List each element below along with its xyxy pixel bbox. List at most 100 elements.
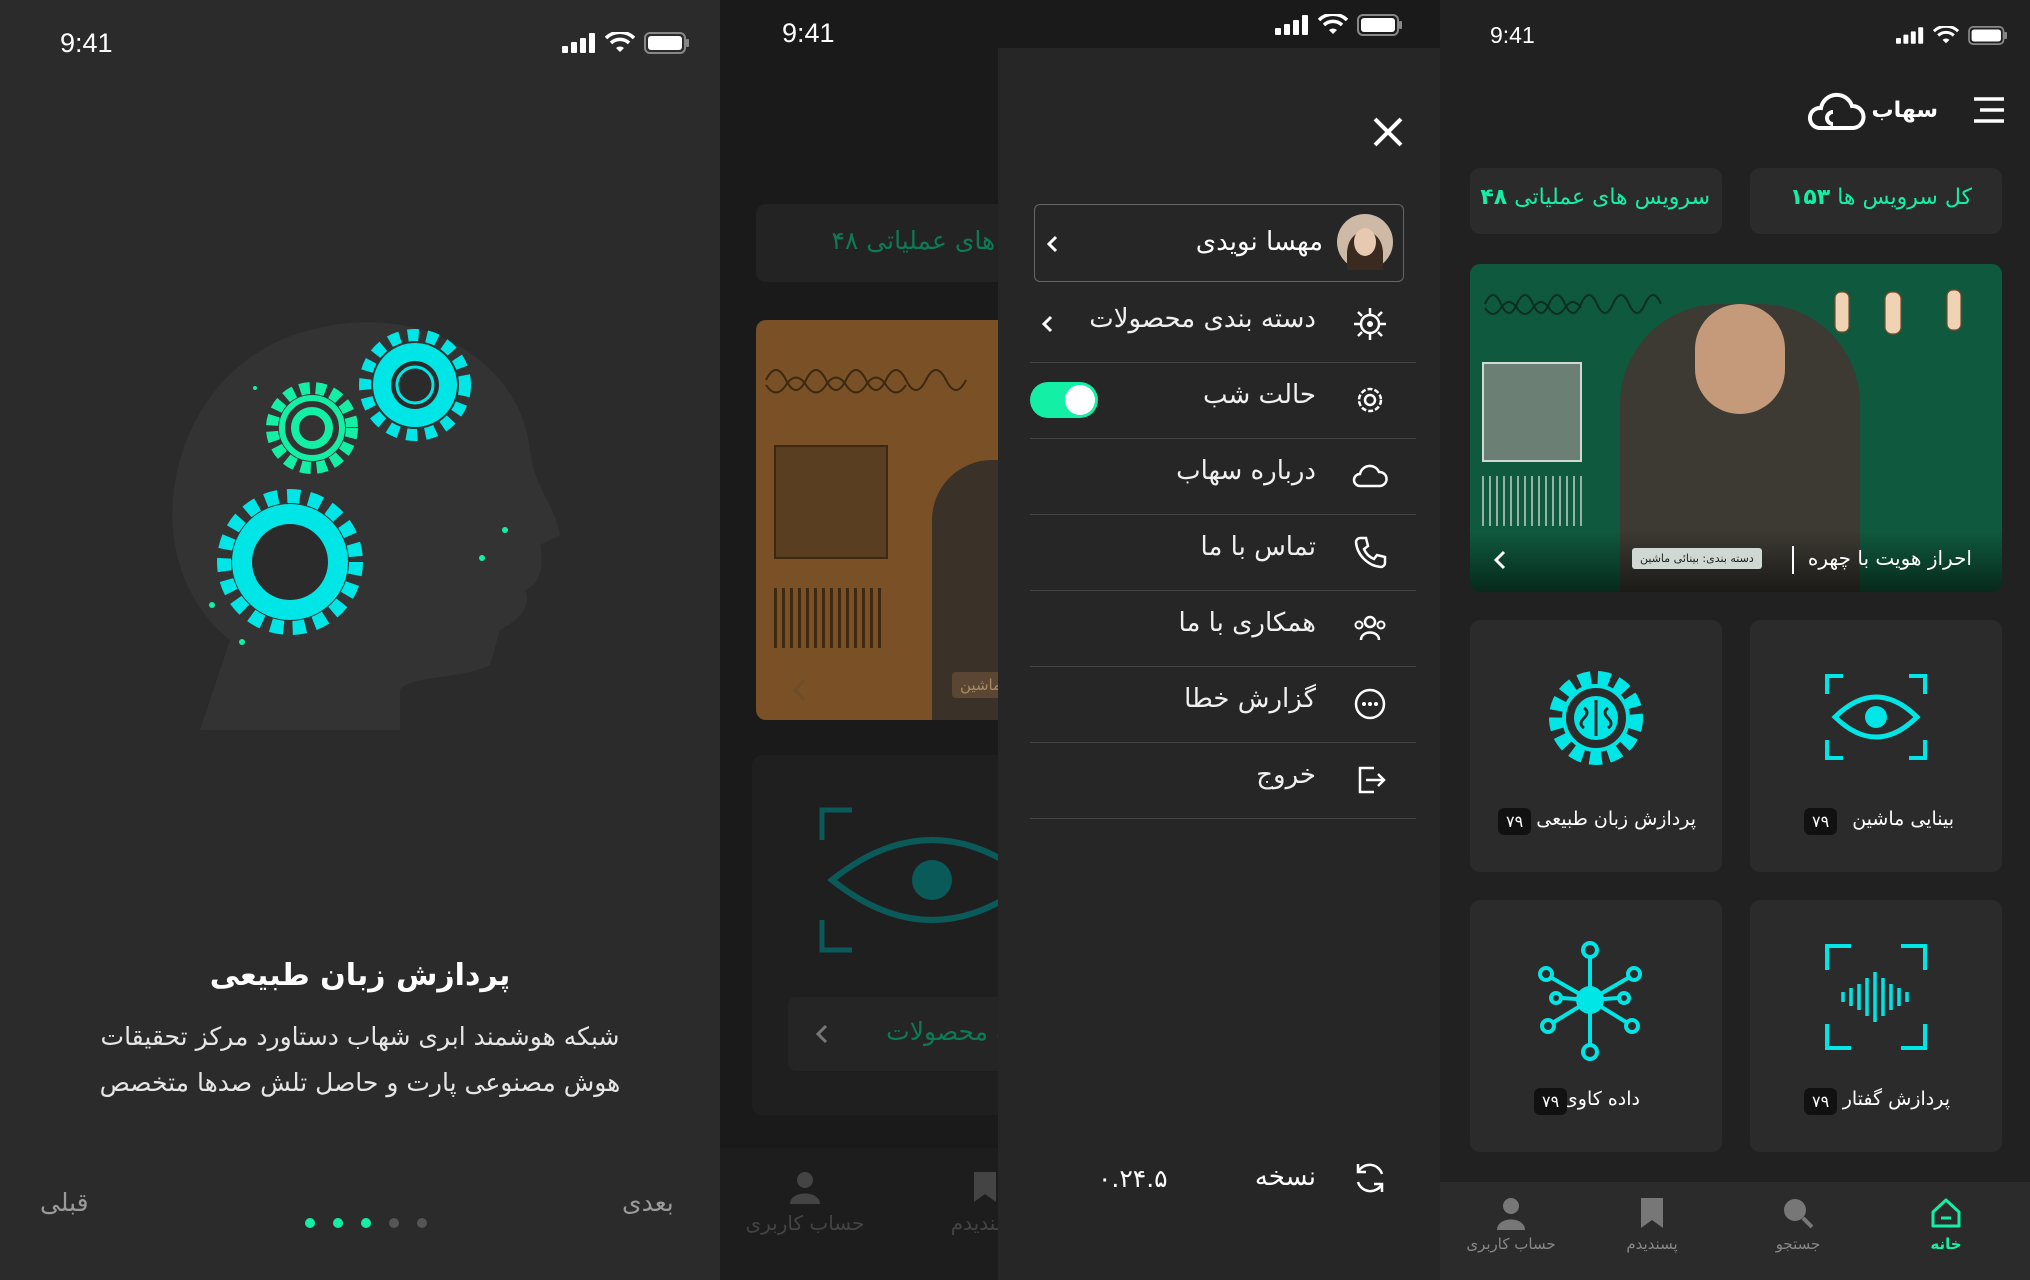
onboarding-description-line2: هوش مصنوعی پارت و حاصل تلش صدها متخصص <box>99 1068 621 1097</box>
gear-icon <box>1357 387 1383 413</box>
chat-icon <box>1354 688 1386 720</box>
menu-item-label: حالت شب <box>1202 380 1316 410</box>
menu-item-logout[interactable]: خروج <box>1030 742 1416 819</box>
menu-item-label: درباره سهاب <box>1176 456 1316 486</box>
page-dot[interactable] <box>361 1218 371 1228</box>
view-products-button[interactable]: شاهده محصولات <box>788 997 1064 1071</box>
user-icon <box>1497 1198 1525 1230</box>
prev-button[interactable]: قبلی <box>40 1188 89 1217</box>
refresh-icon <box>1356 1163 1384 1193</box>
nav-account-dimmed[interactable]: حساب کاربری <box>740 1170 870 1235</box>
nav-home-label: خانه <box>1930 1235 1962 1253</box>
version-label: نسخه <box>1254 1162 1316 1192</box>
status-time: 9:41 <box>1490 22 1535 48</box>
wifi-icon <box>1933 26 1959 44</box>
home-icon <box>1931 1198 1961 1228</box>
drawer-menu: مهسا نویدی دسته بندی محصولات حالت شب درب… <box>998 48 1440 1280</box>
phone-icon <box>1354 536 1387 569</box>
signal-icon <box>1896 27 1924 44</box>
category-card-data-mining[interactable]: داده کاوی ۷۹ <box>1470 900 1722 1152</box>
user-icon <box>790 1172 820 1204</box>
nav-favorites[interactable]: پسندیدم <box>1592 1196 1712 1253</box>
operational-services-value: ۴۸ <box>1480 185 1508 210</box>
total-services-value: ۱۵۳ <box>1789 185 1831 210</box>
menu-item-contact[interactable]: تماس با ما <box>1030 514 1416 591</box>
page-dot[interactable] <box>333 1218 343 1228</box>
total-services-card[interactable]: کل سرویس ها ۱۵۳ <box>1750 168 2002 234</box>
user-profile-row[interactable]: مهسا نویدی <box>1034 204 1404 282</box>
category-card-nlp[interactable]: پردازش زبان طبیعی ۷۹ <box>1470 620 1722 872</box>
category-card-speech[interactable]: پردازش گفتار ۷۹ <box>1750 900 2002 1152</box>
waveform-icon <box>1484 294 1662 315</box>
hamburger-menu-icon[interactable] <box>1972 96 2006 124</box>
category-count: ۷۹ <box>1534 1088 1568 1115</box>
page-dot[interactable] <box>417 1218 427 1228</box>
category-label: بینایی ماشین <box>1852 808 1954 830</box>
banner-divider <box>1792 546 1794 574</box>
user-name: مهسا نویدی <box>1195 227 1323 257</box>
status-time: 9:41 <box>60 28 113 58</box>
logout-icon <box>1358 766 1386 794</box>
nav-account[interactable]: حساب کاربری <box>1446 1196 1576 1253</box>
nav-home[interactable]: خانه <box>1886 1196 2006 1253</box>
category-count: ۷۹ <box>1498 808 1532 835</box>
chevron-left-icon[interactable] <box>1492 548 1508 572</box>
menu-item-label: همکاری با ما <box>1178 608 1316 638</box>
face-scan-thumbnail <box>1482 362 1582 462</box>
menu-item-night-mode[interactable]: حالت شب <box>1030 362 1416 439</box>
night-mode-toggle[interactable] <box>1030 382 1098 418</box>
chevron-left-icon[interactable] <box>790 676 810 704</box>
id-photo <box>774 445 888 559</box>
voice-scan-icon <box>1825 944 1927 1050</box>
onboarding-description-line1: شبکه هوشمند ابری شهاب دستاورد مرکز تحقیق… <box>100 1022 620 1051</box>
brain-gear-icon <box>1549 671 1643 765</box>
menu-item-label: دسته بندی محصولات <box>1089 304 1316 334</box>
category-card-machine-vision[interactable]: بینایی ماشین ۷۹ <box>1750 620 2002 872</box>
category-count: ۷۹ <box>1804 808 1838 835</box>
page-indicator <box>305 1218 427 1228</box>
nav-favorites-label: پسندیدم <box>1626 1235 1678 1253</box>
banner-dimmed[interactable]: ماشین <box>756 320 1036 720</box>
gear-cyan-small-icon <box>359 329 471 441</box>
cloud-logo-icon <box>1808 92 1866 130</box>
status-time: 9:41 <box>782 18 835 48</box>
menu-item-label: خروج <box>1256 760 1316 790</box>
operational-services-card[interactable]: سرویس های عملیاتی ۴۸ <box>1470 168 1722 234</box>
next-button[interactable]: بعدی <box>622 1188 674 1217</box>
toggle-knob <box>1065 385 1095 415</box>
page-dot[interactable] <box>389 1218 399 1228</box>
bottom-navigation: خانه جستجو پسندیدم حساب کاربری <box>1440 1182 2030 1280</box>
barcode-lines <box>774 588 884 648</box>
nav-account-label: حساب کاربری <box>1466 1235 1556 1253</box>
waveform-icon <box>765 369 967 394</box>
featured-banner[interactable]: احراز هویت با چهره دسته بندی: بینائی ماش… <box>1470 264 2002 592</box>
version-row: نسخه ۰.۲۴.۵ <box>1030 1152 1416 1212</box>
menu-item-report-bug[interactable]: گزارش خطا <box>1030 666 1416 743</box>
status-bar: 9:41 <box>0 0 720 70</box>
operational-services-card[interactable]: یس های عملیاتی ۴۸ <box>756 204 1042 282</box>
battery-icon <box>1968 26 2007 45</box>
close-icon[interactable] <box>1372 116 1404 148</box>
home-screen: 9:41 سهاب کل سرویس ها ۱۵۳ سرویس های عملی… <box>1440 0 2030 1280</box>
nav-search[interactable]: جستجو <box>1738 1196 1858 1253</box>
menu-item-label: تماس با ما <box>1200 532 1316 562</box>
menu-item-categories[interactable]: دسته بندی محصولات <box>1030 286 1416 363</box>
category-icon <box>1354 308 1386 340</box>
banner-category-tag: دسته بندی: بینائی ماشین <box>1632 548 1762 569</box>
bookmark-icon <box>1641 1198 1663 1228</box>
menu-item-cooperate[interactable]: همکاری با ما <box>1030 590 1416 667</box>
wifi-icon <box>1318 14 1348 34</box>
chevron-left-icon <box>1041 315 1053 333</box>
signal-icon <box>1275 15 1308 35</box>
banner-title: احراز هویت با چهره <box>1807 546 1972 570</box>
eye-scan-icon <box>1825 674 1927 760</box>
nav-account-label: حساب کاربری <box>745 1211 865 1235</box>
battery-icon <box>644 32 689 54</box>
bookmark-icon <box>974 1172 996 1202</box>
person-face <box>1695 304 1785 414</box>
menu-item-about[interactable]: درباره سهاب <box>1030 438 1416 515</box>
page-dot[interactable] <box>305 1218 315 1228</box>
head-gears-illustration <box>172 322 560 730</box>
category-label: پردازش گفتار <box>1842 1088 1950 1110</box>
wifi-icon <box>605 32 635 52</box>
